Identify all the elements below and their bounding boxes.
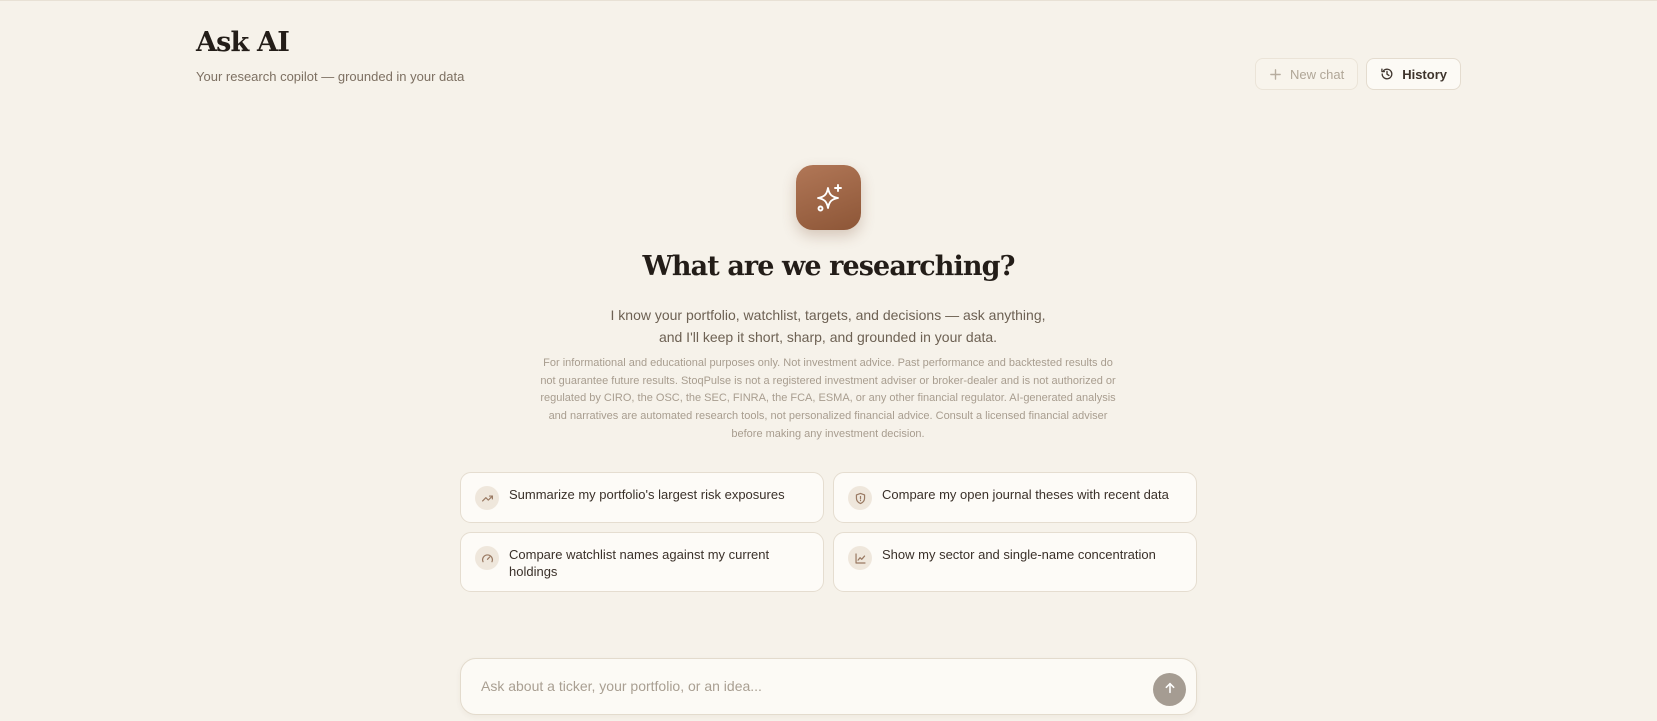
send-button[interactable] [1153,673,1186,706]
disclaimer: For informational and educational purpos… [540,357,1116,440]
new-chat-label: New chat [1290,66,1345,82]
suggestion-card[interactable]: Compare watchlist names against my curre… [460,532,824,592]
suggestion-label: Compare my open journal theses with rece… [882,487,1169,502]
gauge-icon [475,546,499,570]
suggestion-label: Show my sector and single-name concentra… [882,547,1156,562]
page-title: Ask AI [196,27,290,58]
hero-description-line-1: I know your portfolio, watchlist, target… [610,307,1046,323]
history-button[interactable]: History [1366,58,1461,90]
arrow-up-icon [1163,681,1177,698]
header-actions: New chat History [1255,58,1461,90]
page-subtitle: Your research copilot — grounded in your… [196,69,465,84]
sparkles-icon [796,165,861,230]
history-label: History [1402,66,1447,82]
ask-ai-page: Ask AI Your research copilot — grounded … [0,0,1657,721]
hero-description-line-2: and I'll keep it short, sharp, and groun… [658,329,998,345]
suggestion-label: Summarize my portfolio's largest risk ex… [509,487,785,502]
page-header: Ask AI Your research copilot — grounded … [196,27,464,84]
trending-up-icon [475,486,499,510]
shield-icon [848,486,872,510]
suggestion-grid: Summarize my portfolio's largest risk ex… [460,472,1197,592]
chat-input[interactable] [481,678,1121,694]
new-chat-button[interactable]: New chat [1255,58,1359,90]
hero-title: What are we researching? [642,251,1016,282]
suggestion-card[interactable]: Show my sector and single-name concentra… [833,532,1197,592]
history-icon [1380,67,1394,81]
plus-icon [1269,68,1282,81]
line-chart-icon [848,546,872,570]
suggestion-label: Compare watchlist names against my curre… [509,547,770,579]
chat-composer [460,658,1197,715]
hero-description: I know your portfolio, watchlist, target… [528,304,1128,348]
suggestion-card[interactable]: Summarize my portfolio's largest risk ex… [460,472,824,523]
suggestion-card[interactable]: Compare my open journal theses with rece… [833,472,1197,523]
